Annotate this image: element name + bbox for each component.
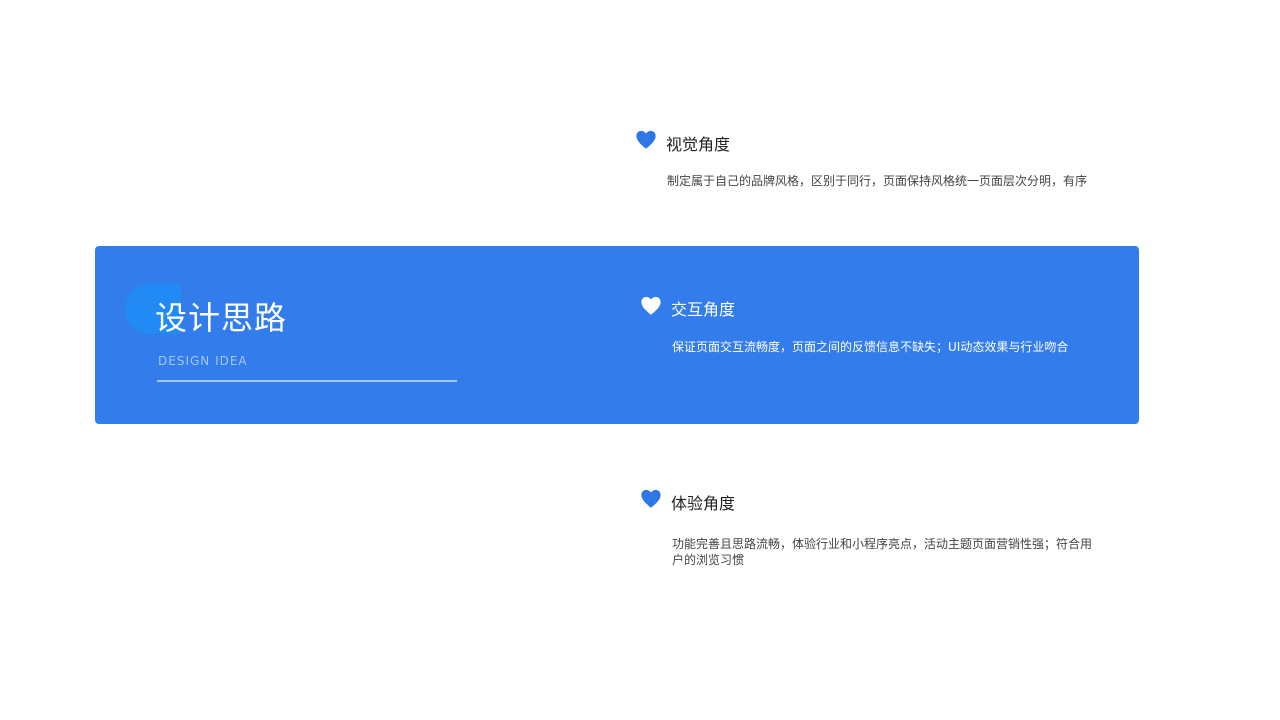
- title-underline: [157, 380, 457, 382]
- item-desc-visual: 制定属于自己的品牌风格，区别于同行，页面保持风格统一页面层次分明，有序: [667, 174, 1088, 188]
- item-desc-experience: 功能完善且思路流畅，体验行业和小程序亮点，活动主题页面营销性强；符合用户的浏览习…: [672, 537, 1093, 567]
- section-title: 设计思路: [155, 299, 288, 337]
- heart-icon: [640, 295, 662, 317]
- item-title-visual: 视觉角度: [666, 135, 731, 154]
- item-title-interaction: 交互角度: [671, 300, 736, 319]
- heart-icon: [635, 129, 657, 151]
- heart-icon: [640, 488, 662, 510]
- section-subtitle: DESIGN IDEA: [158, 354, 248, 368]
- item-title-experience: 体验角度: [671, 494, 736, 513]
- item-desc-interaction: 保证页面交互流畅度，页面之间的反馈信息不缺失；UI动态效果与行业吻合: [672, 340, 1069, 354]
